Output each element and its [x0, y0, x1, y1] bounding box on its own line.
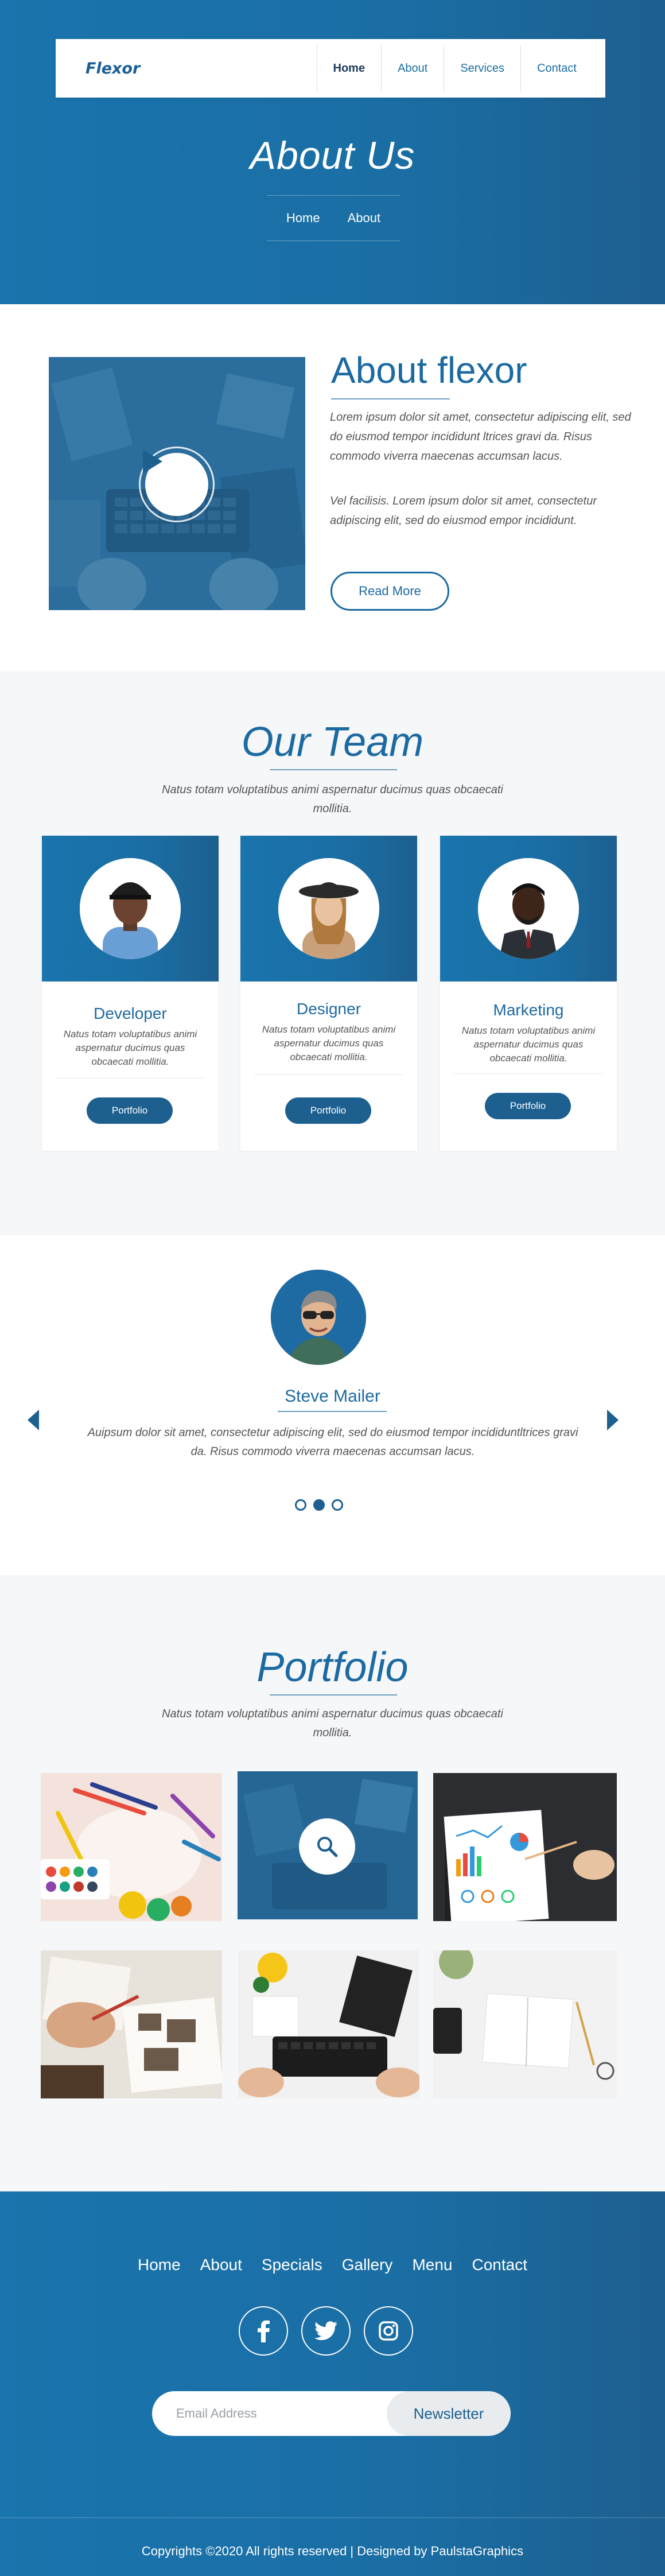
- carousel-dot-1[interactable]: [295, 1499, 306, 1511]
- footer-nav-gallery[interactable]: Gallery: [342, 2256, 393, 2274]
- portfolio-subtitle: Natus totam voluptatibus animi aspernatu…: [162, 1708, 503, 1739]
- team-title: Our Team: [241, 719, 424, 765]
- title-underline: [270, 769, 397, 770]
- about-paragraph-1: Lorem ipsum dolor sit amet, consectetur …: [330, 411, 631, 463]
- avatar: [278, 858, 379, 959]
- footer-nav-specials[interactable]: Specials: [262, 2256, 322, 2274]
- play-ring: [139, 447, 215, 522]
- nav-contact[interactable]: Contact: [520, 45, 593, 91]
- portfolio-item-notebook[interactable]: [433, 1950, 617, 2098]
- twitter-icon[interactable]: [301, 2306, 351, 2356]
- card-description: Natus totam voluptatibus animi aspernatu…: [63, 1029, 197, 1067]
- about-section: About flexor Lorem ipsum dolor sit amet,…: [0, 304, 665, 672]
- breadcrumb: Home About: [267, 195, 400, 241]
- portfolio-item-watercolors[interactable]: [41, 1773, 222, 1921]
- chevron-left-icon[interactable]: [25, 1409, 42, 1431]
- nav-services[interactable]: Services: [444, 45, 520, 91]
- portfolio-title: Portfolio: [256, 1644, 409, 1690]
- title-underline: [331, 398, 450, 399]
- portfolio-button[interactable]: Portfolio: [285, 1097, 371, 1124]
- card-header: [240, 836, 417, 981]
- card-header: [42, 836, 219, 981]
- search-icon[interactable]: [299, 1818, 355, 1875]
- footer-divider: [0, 2517, 665, 2518]
- portfolio-item-analytics[interactable]: [433, 1773, 617, 1921]
- about-paragraph-2: Vel facilisis. Lorem ipsum dolor sit ame…: [330, 495, 597, 527]
- avatar: [478, 858, 579, 959]
- breadcrumb-home[interactable]: Home: [286, 211, 320, 226]
- footer-nav-contact[interactable]: Contact: [472, 2256, 527, 2274]
- portfolio-button[interactable]: Portfolio: [87, 1097, 173, 1124]
- testimonial-name: Steve Mailer: [285, 1387, 380, 1406]
- facebook-icon[interactable]: [239, 2306, 288, 2356]
- avatar: [80, 858, 181, 959]
- card-description: Natus totam voluptatibus animi aspernatu…: [461, 1025, 596, 1064]
- nav-home[interactable]: Home: [316, 45, 382, 91]
- portfolio-item-keyboard[interactable]: [238, 1771, 418, 1919]
- footer-nav: Home About Specials Gallery Menu Contact: [0, 2256, 665, 2274]
- portfolio-item-workspace[interactable]: [238, 1950, 419, 2098]
- nav-menu: Home About Services Contact: [316, 45, 593, 91]
- play-icon[interactable]: [143, 449, 208, 516]
- testimonial-section: Steve Mailer Auipsum dolor sit amet, con…: [0, 1235, 665, 1575]
- footer-nav-home[interactable]: Home: [138, 2256, 181, 2274]
- brand-logo[interactable]: Flexor: [85, 60, 140, 77]
- team-section: Our Team Natus totam voluptatibus animi …: [0, 672, 665, 1235]
- about-title: About flexor: [331, 350, 527, 391]
- card-role: Developer: [94, 1004, 167, 1022]
- footer: Home About Specials Gallery Menu Contact…: [0, 2191, 665, 2576]
- video-thumbnail[interactable]: [49, 357, 305, 610]
- navbar: Flexor Home About Services Contact: [56, 39, 605, 98]
- nav-about[interactable]: About: [381, 45, 444, 91]
- footer-nav-menu[interactable]: Menu: [412, 2256, 452, 2274]
- read-more-button[interactable]: Read More: [330, 572, 449, 611]
- newsletter-button[interactable]: Newsletter: [387, 2391, 511, 2436]
- page-title: About Us: [250, 134, 415, 177]
- newsletter-form: Newsletter: [152, 2391, 511, 2436]
- portfolio-button[interactable]: Portfolio: [485, 1093, 571, 1119]
- team-subtitle: Natus totam voluptatibus animi aspernatu…: [162, 783, 503, 815]
- portfolio-item-sketching[interactable]: [41, 1950, 222, 2098]
- portfolio-section: Portfolio Natus totam voluptatibus animi…: [0, 1575, 665, 2191]
- card-role: Marketing: [493, 1001, 564, 1019]
- email-field[interactable]: [152, 2391, 387, 2436]
- team-card-developer: Developer Natus totam voluptatibus animi…: [42, 836, 219, 1151]
- card-divider: [254, 1074, 403, 1075]
- chevron-right-icon[interactable]: [604, 1409, 621, 1431]
- card-description: Natus totam voluptatibus animi aspernatu…: [262, 1024, 396, 1062]
- testimonial-quote: Auipsum dolor sit amet, consectetur adip…: [87, 1426, 578, 1458]
- hero-section: Flexor Home About Services Contact About…: [0, 0, 665, 304]
- card-role: Designer: [296, 1000, 361, 1018]
- breadcrumb-about: About: [347, 211, 381, 225]
- instagram-icon[interactable]: [364, 2306, 413, 2356]
- team-card-marketing: Marketing Natus totam voluptatibus animi…: [440, 836, 617, 1151]
- title-underline: [278, 1411, 387, 1412]
- carousel-dots: [295, 1499, 343, 1511]
- carousel-dot-3[interactable]: [332, 1499, 343, 1511]
- team-card-designer: Designer Natus totam voluptatibus animi …: [240, 836, 417, 1151]
- title-underline: [270, 1694, 397, 1696]
- copyright-text: Copyrights ©2020 All rights reserved | D…: [141, 2544, 524, 2558]
- carousel-dot-2[interactable]: [313, 1499, 325, 1511]
- card-divider: [454, 1073, 603, 1074]
- footer-nav-about[interactable]: About: [200, 2256, 242, 2274]
- avatar: [271, 1270, 366, 1365]
- card-header: [440, 836, 617, 981]
